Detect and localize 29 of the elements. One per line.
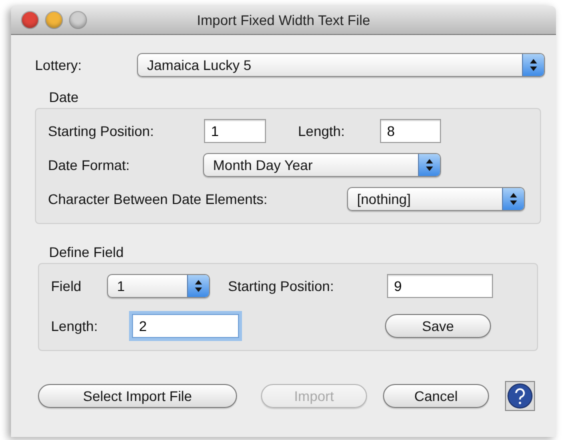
field-select[interactable]: 1 (107, 274, 210, 298)
separator-select[interactable]: [nothing] (347, 187, 525, 211)
stepper-arrows-icon (187, 275, 209, 297)
group-title: Define Field (48, 244, 125, 260)
close-button[interactable] (22, 12, 38, 28)
dialog-button[interactable]: Cancel (383, 384, 489, 408)
input-field[interactable]: 8 (380, 119, 441, 143)
group-title: Date (48, 89, 80, 105)
field-label: Date Format: (48, 157, 131, 173)
stepper-arrows-icon (522, 54, 544, 76)
lottery-select[interactable]: Jamaica Lucky 5 (137, 53, 545, 77)
date-format-select[interactable]: Month Day Year (203, 153, 441, 177)
window-title: Import Fixed Width Text File (196, 12, 372, 28)
input-field[interactable]: 9 (387, 274, 493, 298)
input-field[interactable]: 1 (204, 119, 266, 143)
help-button[interactable] (505, 381, 535, 411)
dialog-button[interactable]: Select Import File (38, 384, 237, 408)
save-button[interactable]: Save (385, 314, 491, 338)
field-label: Field (51, 278, 82, 294)
lottery-label: Lottery: (35, 57, 83, 73)
field-label: Length: (51, 318, 99, 334)
field-label: Character Between Date Elements: (48, 191, 268, 207)
field-label: Length: (298, 123, 346, 139)
field-label: Starting Position: (48, 123, 155, 139)
help-icon (507, 383, 533, 409)
stepper-arrows-icon (502, 188, 524, 210)
stepper-arrows-icon (418, 154, 440, 176)
input-field[interactable]: 2 (132, 314, 239, 338)
field-label: Starting Position: (228, 278, 335, 294)
